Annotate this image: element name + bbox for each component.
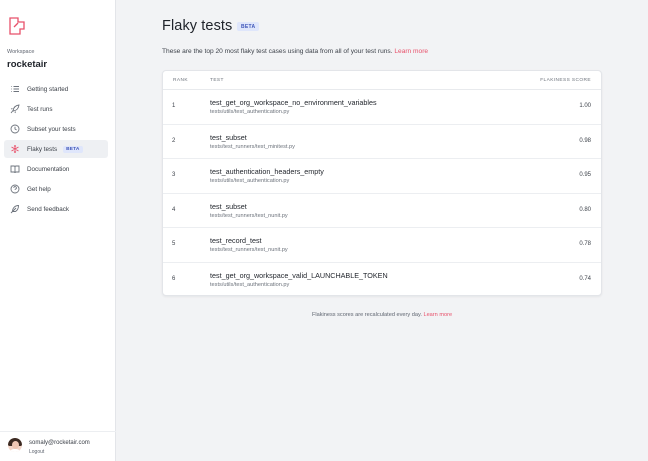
flakiness-score: 1.00 bbox=[579, 103, 591, 109]
footer-note: Flakiness scores are recalculated every … bbox=[162, 312, 602, 318]
footer-learn-more-link[interactable]: Learn more bbox=[423, 312, 452, 318]
sidebar-nav: Getting started Test runs Subset your te… bbox=[4, 80, 108, 220]
book-icon bbox=[10, 164, 20, 174]
table-row[interactable]: 1 test_get_org_workspace_no_environment_… bbox=[163, 90, 601, 125]
sidebar-item-label: Get help bbox=[27, 185, 51, 193]
sidebar-item-test-runs[interactable]: Test runs bbox=[4, 100, 108, 118]
test-file-path: tests/test_runners/test_nunit.py bbox=[210, 247, 288, 254]
table-row[interactable]: 2 test_subset tests/test_runners/test_mi… bbox=[163, 125, 601, 160]
table-row[interactable]: 4 test_subset tests/test_runners/test_nu… bbox=[163, 194, 601, 229]
rocket-icon bbox=[10, 104, 20, 114]
title-beta-badge: BETA bbox=[237, 22, 260, 31]
test-name: test_authentication_headers_empty bbox=[210, 167, 324, 177]
sidebar-item-label: Flaky tests bbox=[27, 145, 58, 153]
rank-cell: 1 bbox=[172, 103, 176, 109]
user-profile: somaly@rocketair.com Logout bbox=[0, 431, 116, 461]
table-row[interactable]: 3 test_authentication_headers_empty test… bbox=[163, 159, 601, 194]
flaky-tests-table: RANK TEST FLAKINESS SCORE 1 test_get_org… bbox=[162, 70, 602, 296]
test-file-path: tests/utils/test_authentication.py bbox=[210, 109, 290, 115]
sidebar-item-documentation[interactable]: Documentation bbox=[4, 160, 108, 178]
sidebar-item-label: Send feedback bbox=[27, 205, 70, 213]
test-name: test_subset bbox=[210, 132, 247, 142]
sidebar-item-flaky-tests[interactable]: Flaky tests BETA bbox=[4, 140, 108, 158]
intro-text-body: These are the top 20 most flaky test cas… bbox=[162, 48, 395, 55]
test-name: test_record_test bbox=[210, 236, 262, 246]
test-file-path: tests/test_runners/test_minitest.py bbox=[210, 143, 295, 150]
sidebar-item-subset-your-tests[interactable]: Subset your tests bbox=[4, 120, 108, 138]
flakiness-score: 0.95 bbox=[579, 172, 591, 179]
column-header-test: TEST bbox=[210, 78, 224, 83]
footer-text: Flakiness scores are recalculated every … bbox=[311, 312, 424, 318]
user-email: somaly@rocketair.com bbox=[29, 440, 90, 446]
sidebar-item-get-help[interactable]: Get help bbox=[4, 180, 108, 198]
avatar[interactable] bbox=[8, 438, 22, 452]
rank-cell: 2 bbox=[172, 137, 176, 144]
sidebar-item-label: Subset your tests bbox=[27, 125, 76, 133]
rank-cell: 5 bbox=[172, 241, 176, 248]
column-header-rank: RANK bbox=[173, 78, 188, 83]
table-row[interactable]: 5 test_record_test tests/test_runners/te… bbox=[163, 228, 601, 263]
beta-badge: BETA bbox=[63, 145, 83, 153]
flakiness-score: 0.80 bbox=[579, 206, 591, 213]
column-header-flakiness-score[interactable]: FLAKINESS SCORE bbox=[540, 78, 591, 83]
logo-icon[interactable] bbox=[8, 16, 26, 36]
help-circle-icon bbox=[10, 184, 20, 194]
flakiness-score: 0.98 bbox=[579, 137, 591, 144]
workspace-label: Workspace bbox=[7, 49, 35, 55]
rank-cell: 4 bbox=[172, 206, 176, 213]
test-file-path: tests/utils/test_authentication.py bbox=[210, 281, 290, 288]
table-header: RANK TEST FLAKINESS SCORE bbox=[163, 71, 601, 90]
test-name: test_get_org_workspace_valid_LAUNCHABLE_… bbox=[210, 270, 388, 280]
snowflake-icon bbox=[10, 144, 20, 154]
test-name: test_subset bbox=[210, 201, 247, 211]
clock-icon bbox=[10, 124, 20, 134]
logout-link[interactable]: Logout bbox=[29, 449, 44, 455]
page-title: Flaky tests bbox=[162, 18, 233, 34]
intro-text: These are the top 20 most flaky test cas… bbox=[162, 48, 428, 55]
test-file-path: tests/utils/test_authentication.py bbox=[210, 178, 290, 185]
rank-cell: 3 bbox=[172, 172, 176, 179]
feather-icon bbox=[10, 204, 20, 214]
sidebar-item-label: Documentation bbox=[27, 165, 70, 173]
sidebar-item-label: Test runs bbox=[27, 105, 53, 113]
rank-cell: 6 bbox=[172, 275, 176, 282]
test-name: test_get_org_workspace_no_environment_va… bbox=[210, 98, 377, 107]
table-row[interactable]: 6 test_get_org_workspace_valid_LAUNCHABL… bbox=[163, 263, 601, 295]
list-icon bbox=[10, 84, 20, 94]
workspace-name[interactable]: rocketair bbox=[7, 59, 47, 70]
sidebar-item-label: Getting started bbox=[27, 85, 69, 93]
flakiness-score: 0.74 bbox=[579, 275, 591, 282]
sidebar-item-send-feedback[interactable]: Send feedback bbox=[4, 200, 108, 218]
sidebar: Workspace rocketair Getting started Test… bbox=[0, 0, 116, 461]
flakiness-score: 0.78 bbox=[579, 241, 591, 248]
sidebar-item-getting-started[interactable]: Getting started bbox=[4, 80, 108, 98]
intro-learn-more-link[interactable]: Learn more bbox=[394, 48, 428, 55]
test-file-path: tests/test_runners/test_nunit.py bbox=[210, 212, 288, 219]
